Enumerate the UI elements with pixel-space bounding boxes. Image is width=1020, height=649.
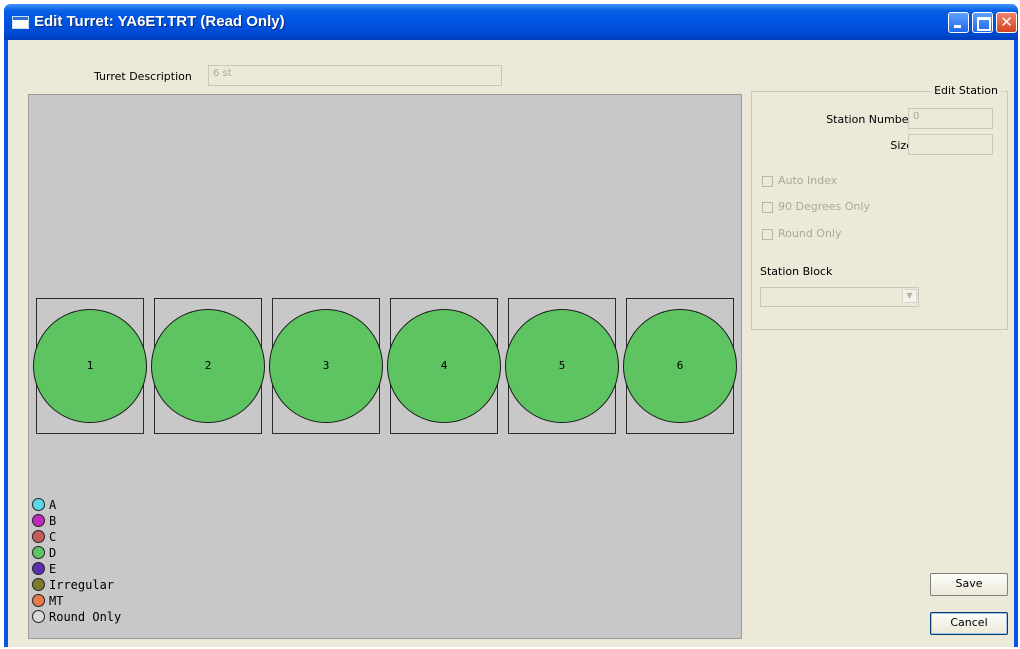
legend-label: A	[49, 498, 57, 512]
auto-index-checkbox[interactable]	[762, 176, 773, 187]
station-number-text: 4	[440, 359, 448, 372]
legend-item: MT	[32, 593, 212, 609]
legend-item: A	[32, 497, 212, 513]
minimize-button[interactable]	[948, 12, 969, 33]
edit-turret-window: Edit Turret: YA6ET.TRT (Read Only) ✕ Tur…	[4, 4, 1018, 647]
station-number-text: 3	[322, 359, 330, 372]
cancel-button[interactable]: Cancel	[930, 612, 1008, 635]
legend-label: Round Only	[49, 610, 122, 624]
legend-item: C	[32, 529, 212, 545]
legend-swatch-icon	[32, 530, 45, 543]
close-icon: ✕	[1000, 13, 1013, 31]
legend-swatch-icon	[32, 594, 45, 607]
ninety-degrees-checkbox[interactable]	[762, 202, 773, 213]
maximize-button[interactable]	[972, 12, 993, 33]
chevron-down-icon[interactable]: ▼	[902, 289, 917, 303]
legend-swatch-icon	[32, 610, 45, 623]
legend-label: E	[49, 562, 57, 576]
round-only-label: Round Only	[778, 227, 842, 240]
turret-description-label: Turret Description	[94, 70, 192, 83]
legend-swatch-icon	[32, 498, 45, 511]
legend-item: E	[32, 561, 212, 577]
legend-label: B	[49, 514, 57, 528]
station-number-field[interactable]: 0	[908, 108, 993, 129]
window-icon	[12, 16, 29, 29]
title-bar[interactable]: Edit Turret: YA6ET.TRT (Read Only) ✕	[4, 4, 1018, 40]
window-title: Edit Turret: YA6ET.TRT (Read Only)	[34, 13, 285, 30]
legend-label: Irregular	[49, 578, 115, 592]
legend-swatch-icon	[32, 578, 45, 591]
legend-label: D	[49, 546, 57, 560]
legend-swatch-icon	[32, 514, 45, 527]
edit-station-group: Edit Station Station Number 0 Size Auto …	[751, 84, 1008, 330]
legend-item: Irregular	[32, 577, 212, 593]
turret-canvas[interactable]: 1 2 3 4 5 6 A B C D E Irregular MT Round Only	[28, 94, 742, 639]
size-field[interactable]	[908, 134, 993, 155]
dialog-body: Turret Description 6 st 1 2 3 4 5 6 A B C D E Irre…	[8, 40, 1014, 647]
station-number-label: Station Number	[826, 113, 913, 126]
station-block-select[interactable]: ▼	[760, 287, 919, 307]
close-button[interactable]: ✕	[996, 12, 1017, 33]
ninety-degrees-label: 90 Degrees Only	[778, 200, 870, 213]
station-number-text: 1	[86, 359, 94, 372]
station-number-text: 2	[204, 359, 212, 372]
station-block-label: Station Block	[760, 265, 833, 278]
edit-station-title: Edit Station	[931, 84, 1001, 97]
legend-swatch-icon	[32, 546, 45, 559]
legend-item: Round Only	[32, 609, 212, 625]
legend-item: D	[32, 545, 212, 561]
station-number-text: 6	[676, 359, 684, 372]
minimize-icon	[954, 25, 961, 28]
legend-item: B	[32, 513, 212, 529]
turret-description-field[interactable]: 6 st	[208, 65, 502, 86]
maximize-icon	[977, 17, 991, 31]
auto-index-label: Auto Index	[778, 174, 838, 187]
round-only-checkbox[interactable]	[762, 229, 773, 240]
legend-label: MT	[49, 594, 64, 608]
legend-swatch-icon	[32, 562, 45, 575]
save-button[interactable]: Save	[930, 573, 1008, 596]
station-number-text: 5	[558, 359, 566, 372]
legend-label: C	[49, 530, 57, 544]
